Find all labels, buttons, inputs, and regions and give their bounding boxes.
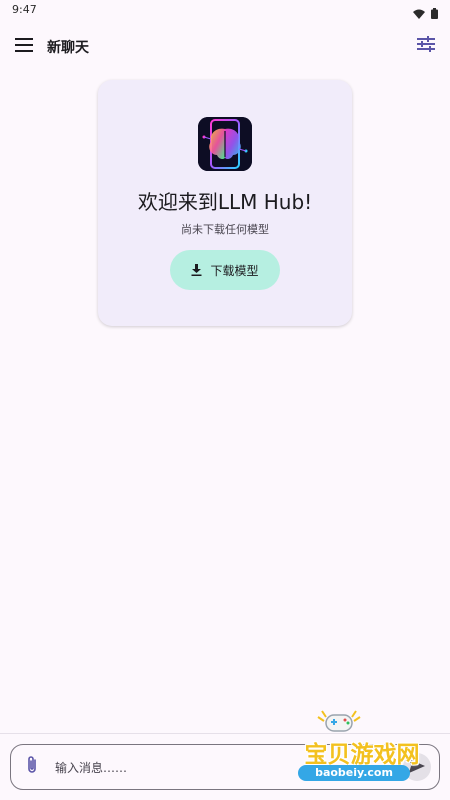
paperclip-icon — [26, 755, 38, 779]
status-icons — [413, 4, 438, 23]
battery-icon — [431, 4, 438, 23]
welcome-card: 欢迎来到LLM Hub! 尚未下载任何模型 下载模型 — [98, 80, 352, 326]
download-icon — [191, 261, 202, 280]
welcome-subtitle: 尚未下载任何模型 — [181, 223, 269, 236]
watermark-url-badge: baobeiy.com — [298, 765, 410, 781]
menu-icon — [15, 37, 33, 56]
attach-button[interactable] — [21, 756, 43, 778]
status-time: 9:47 — [12, 3, 37, 16]
page-title: 新聊天 — [47, 40, 89, 56]
watermark-url: baobeiy.com — [315, 766, 393, 779]
watermark-title: 宝贝游戏网 — [304, 742, 420, 768]
app-logo — [198, 117, 252, 171]
menu-button[interactable] — [12, 34, 36, 58]
watermark-logo: 宝贝游戏网 baobeiy.com — [278, 705, 446, 790]
download-model-label: 下载模型 — [210, 263, 259, 278]
tune-icon — [417, 36, 435, 56]
app-bar: 新聊天 — [0, 22, 450, 72]
status-bar: 9:47 — [0, 0, 450, 22]
wifi-icon — [413, 4, 425, 23]
welcome-title: 欢迎来到LLM Hub! — [137, 190, 313, 214]
settings-button[interactable] — [414, 34, 438, 58]
download-model-button[interactable]: 下载模型 — [170, 250, 280, 290]
